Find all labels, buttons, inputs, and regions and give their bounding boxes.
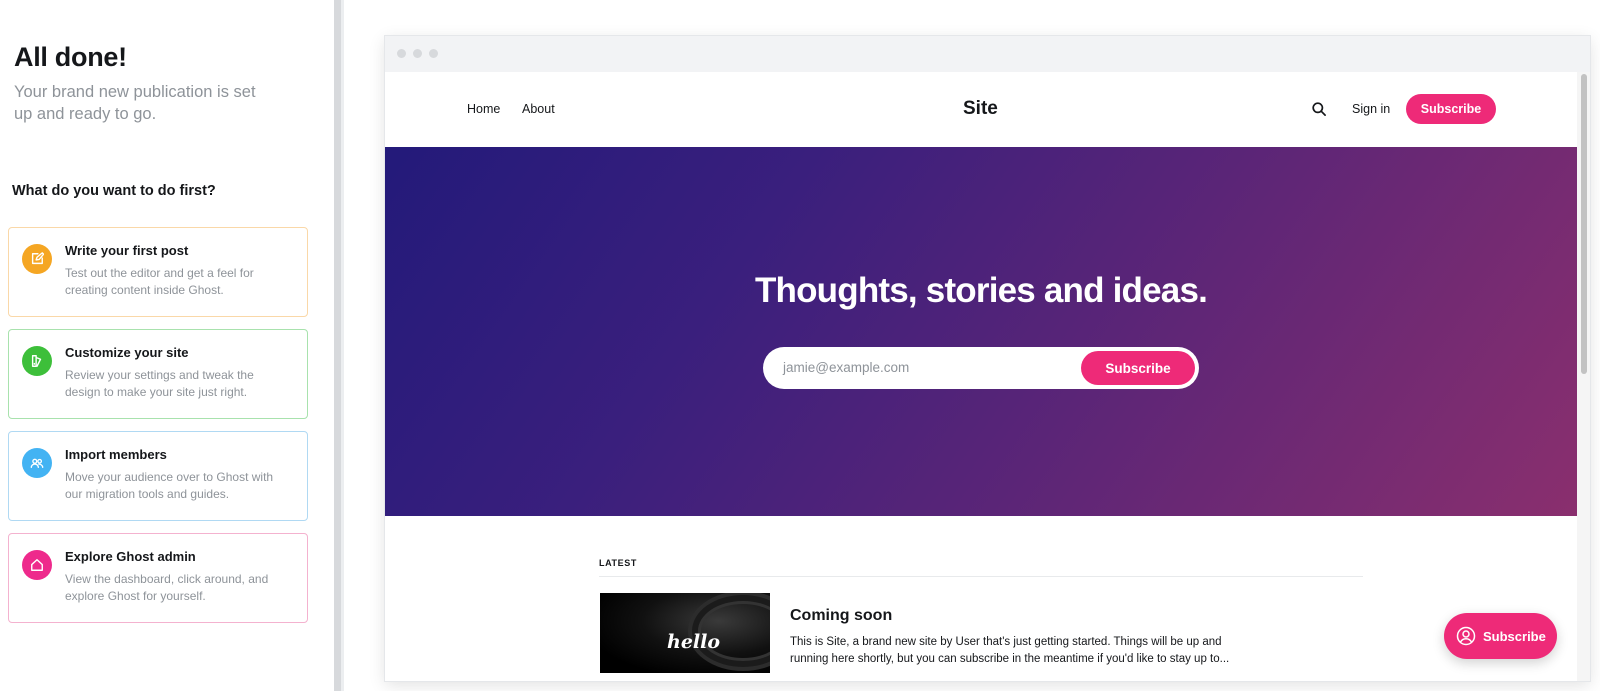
floating-subscribe-button[interactable]: Subscribe (1444, 613, 1557, 659)
import-members-card[interactable]: Import members Move your audience over t… (8, 431, 308, 521)
post-excerpt: This is Site, a brand new site by User t… (790, 636, 1230, 665)
page-subtitle: Your brand new publication is set up and… (14, 83, 256, 123)
hero-subscribe-button[interactable]: Subscribe (1081, 351, 1195, 385)
latest-divider (599, 576, 1363, 577)
latest-heading: LATEST (599, 558, 637, 568)
pencil-edit-icon (22, 244, 52, 274)
nav-home-link[interactable]: Home (467, 102, 500, 116)
floating-subscribe-label: Subscribe (1483, 628, 1546, 644)
site-page: Home About Site Sign in Subscribe Though… (385, 72, 1577, 681)
site-preview-window: Home About Site Sign in Subscribe Though… (385, 36, 1590, 681)
card-description: Test out the editor and get a feel for c… (65, 266, 254, 297)
paintbrush-icon (22, 346, 52, 376)
email-input[interactable]: jamie@example.com (783, 360, 909, 375)
explore-admin-card[interactable]: Explore Ghost admin View the dashboard, … (8, 533, 308, 623)
site-title[interactable]: Site (963, 98, 998, 120)
write-first-post-card[interactable]: Write your first post Test out the edito… (8, 227, 308, 317)
post-thumbnail[interactable]: hello (600, 593, 770, 673)
window-dot (413, 49, 422, 58)
hero-title: Thoughts, stories and ideas. (754, 271, 1208, 310)
card-title: Import members (65, 447, 167, 462)
members-icon (22, 448, 52, 478)
panel-divider[interactable] (334, 0, 341, 691)
user-circle-icon (1456, 626, 1476, 646)
section-heading: What do you want to do first? (12, 183, 216, 199)
search-icon[interactable] (1311, 101, 1327, 117)
home-icon (22, 550, 52, 580)
window-dot (429, 49, 438, 58)
browser-chrome (385, 36, 1590, 72)
page-title: All done! (14, 42, 127, 72)
card-title: Write your first post (65, 243, 189, 258)
window-dot (397, 49, 406, 58)
sign-in-link[interactable]: Sign in (1352, 102, 1390, 116)
thumbnail-text: hello (667, 631, 721, 653)
nav-about-link[interactable]: About (522, 102, 555, 116)
card-title: Customize your site (65, 345, 189, 360)
hero-subscribe-form: jamie@example.com Subscribe (763, 347, 1199, 389)
header-subscribe-button[interactable]: Subscribe (1406, 94, 1496, 124)
card-description: View the dashboard, click around, and ex… (65, 572, 269, 603)
customize-site-card[interactable]: Customize your site Review your settings… (8, 329, 308, 419)
post-title[interactable]: Coming soon (790, 607, 892, 625)
scrollbar-thumb[interactable] (1581, 74, 1587, 374)
card-description: Move your audience over to Ghost with ou… (65, 470, 274, 501)
onboarding-panel: All done! Your brand new publication is … (0, 0, 334, 691)
hero-banner: Thoughts, stories and ideas. jamie@examp… (385, 147, 1577, 516)
card-title: Explore Ghost admin (65, 549, 196, 564)
card-description: Review your settings and tweak the desig… (65, 368, 254, 399)
scrollbar[interactable] (1577, 72, 1590, 681)
